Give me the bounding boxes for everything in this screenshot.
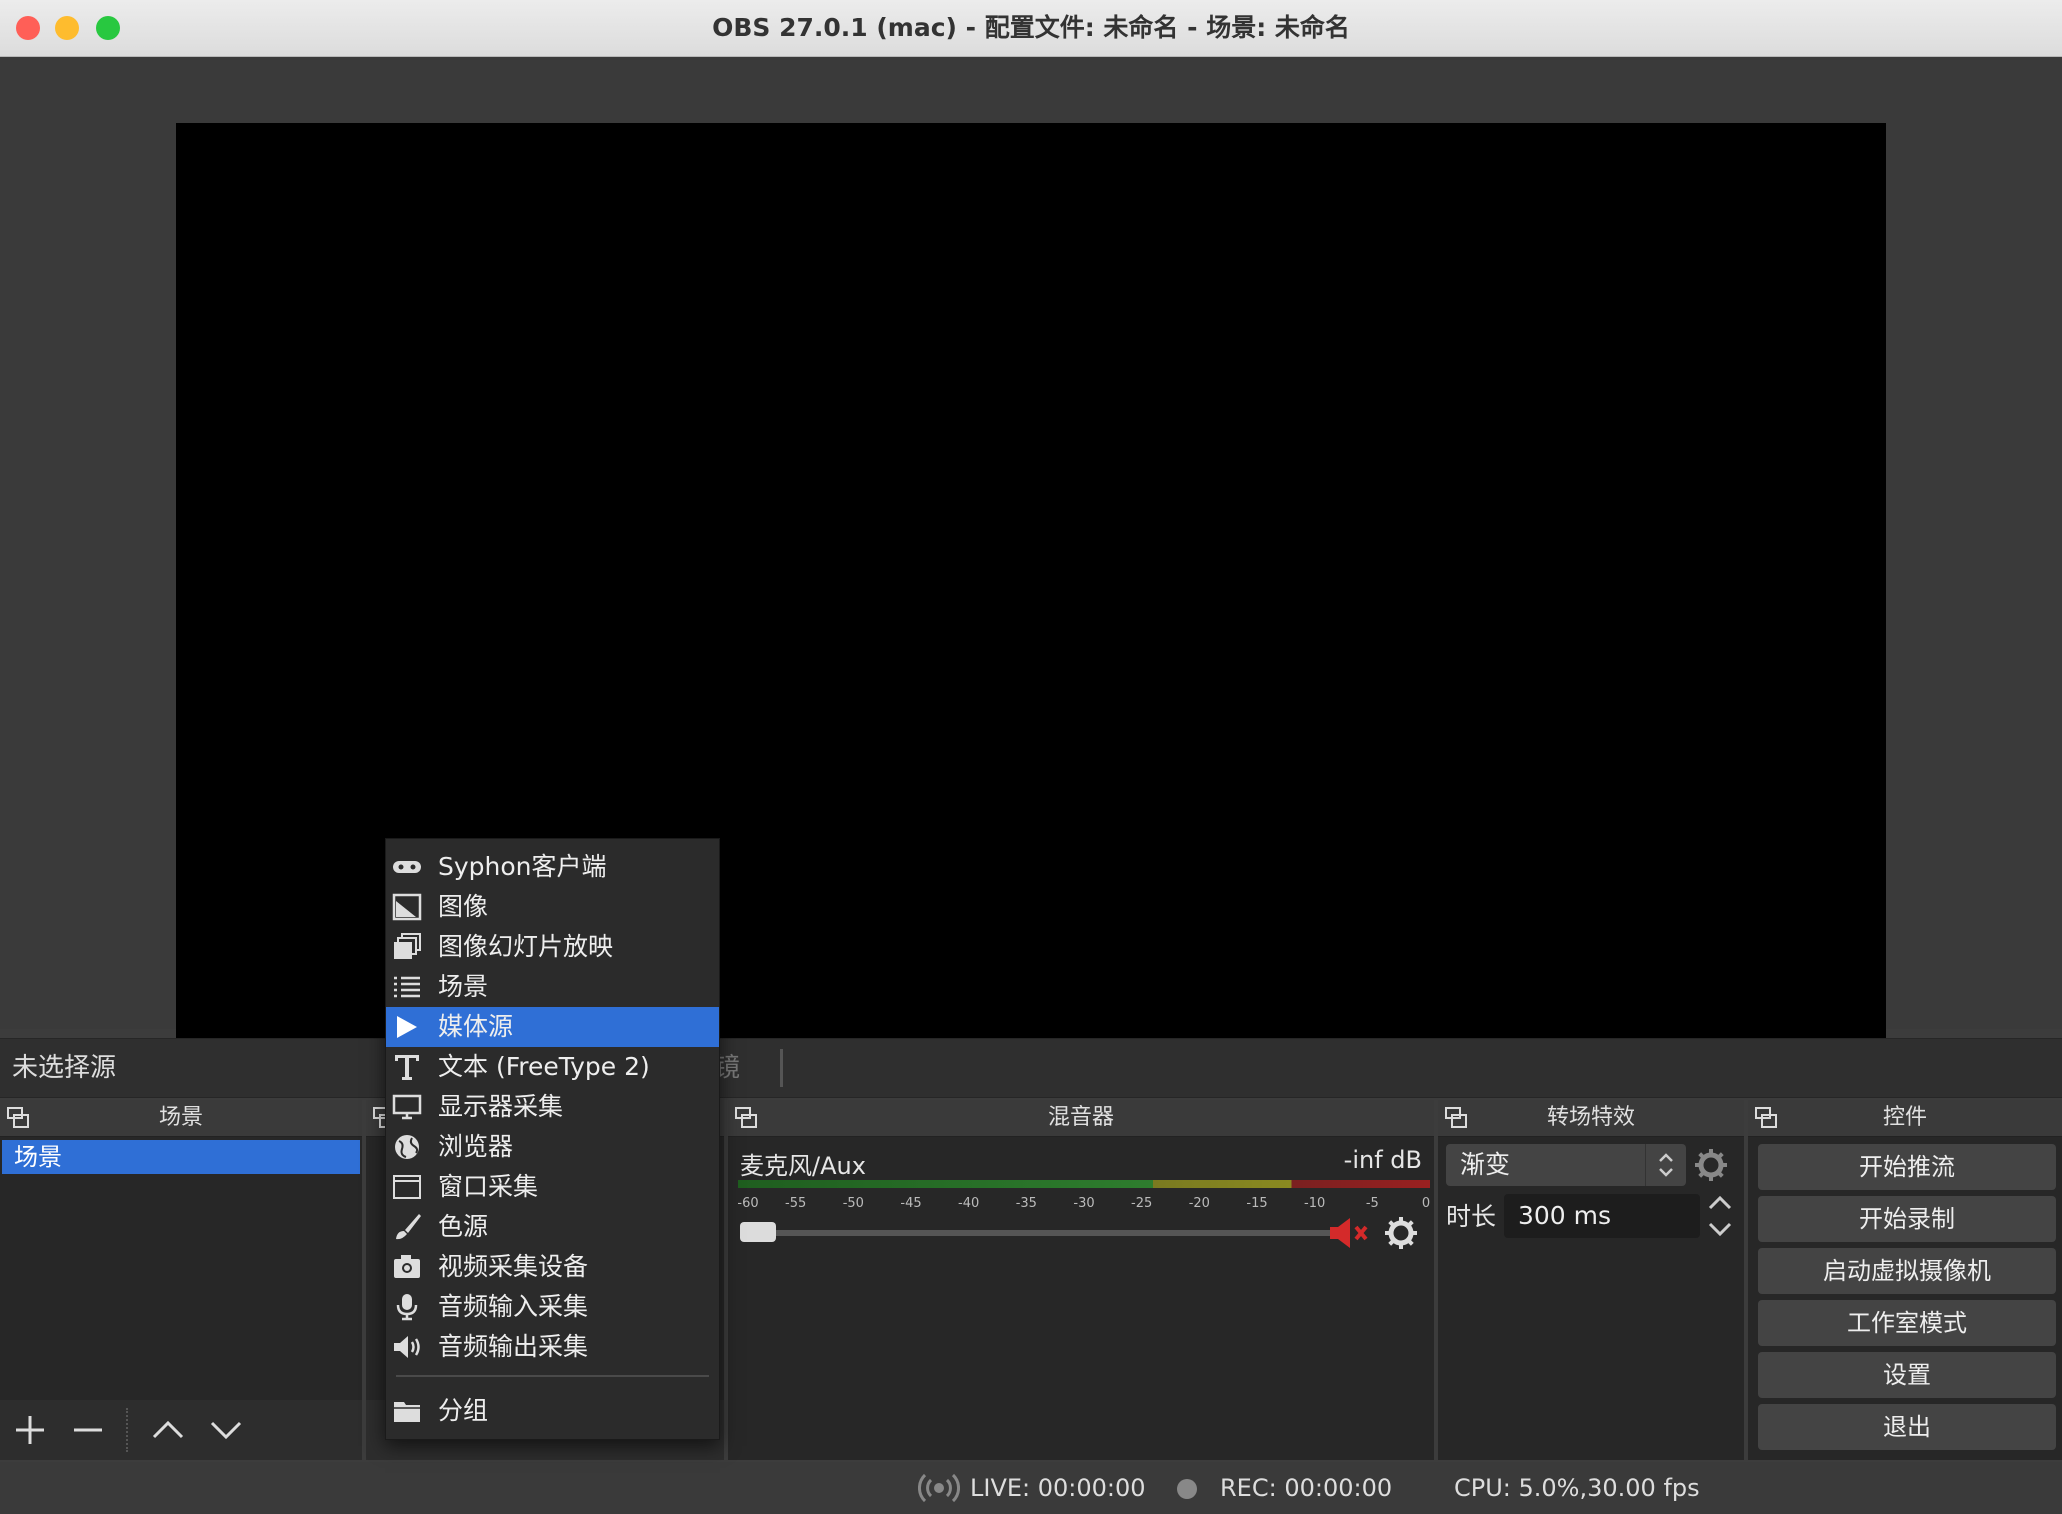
record-indicator-icon [1177, 1479, 1197, 1499]
slideshow-icon [394, 933, 421, 959]
toolbar-divider [780, 1049, 783, 1087]
menu-item-text-freetype[interactable]: 文本 (FreeType 2) [386, 1047, 719, 1087]
menu-separator [396, 1375, 709, 1377]
transitions-dock-title: 转场特效 [1546, 1105, 1635, 1130]
duration-value: 300 ms [1518, 1201, 1612, 1230]
meter-tick-label: -15 [1246, 1196, 1268, 1211]
menu-item-audio-input-capture[interactable]: 音频输入采集 [386, 1287, 719, 1327]
meter-tick-label: -25 [1131, 1196, 1153, 1211]
monitor-icon [392, 1094, 422, 1120]
move-scene-down-icon[interactable] [206, 1410, 246, 1450]
brush-icon [396, 1214, 421, 1240]
transitions-dock-header: 转场特效 [1438, 1100, 1744, 1137]
menu-item-browser[interactable]: 浏览器 [386, 1127, 719, 1167]
menu-item-video-capture-device[interactable]: 视频采集设备 [386, 1247, 719, 1287]
globe-icon [395, 1135, 419, 1159]
start-recording-button[interactable]: 开始录制 [1758, 1196, 2056, 1242]
transition-select[interactable]: 渐变 [1446, 1144, 1686, 1186]
menu-item-syphon-client[interactable]: Syphon客户端 [386, 847, 719, 887]
volume-slider-handle[interactable] [740, 1222, 776, 1242]
audio-settings-gear-icon[interactable] [1384, 1216, 1418, 1250]
meter-scale: -60 -55 -50 -45 -40 -35 -30 -25 -20 -15 -10 -5 0 [737, 1192, 1431, 1222]
transition-properties-gear-icon[interactable] [1694, 1148, 1728, 1182]
image-icon [392, 893, 422, 921]
scenes-dock-title: 场景 [158, 1105, 203, 1130]
no-source-label: 未选择源 [12, 1053, 117, 1083]
menu-item-window-capture[interactable]: 窗口采集 [386, 1167, 719, 1207]
meter-tick-label: -20 [1188, 1196, 1210, 1211]
audio-level-readout: -inf dB [1343, 1146, 1422, 1174]
menu-item-color-source[interactable]: 色源 [386, 1207, 719, 1247]
gamepad-icon [393, 861, 421, 873]
menu-item-image[interactable]: 图像 [386, 887, 719, 927]
transition-select-value: 渐变 [1460, 1150, 1511, 1179]
live-timer: LIVE: 00:00:00 [970, 1474, 1146, 1502]
menu-item-scene[interactable]: 场景 [386, 967, 719, 1007]
controls-dock: 控件 开始推流 开始录制 启动虚拟摄像机 工作室模式 设置 退出 [1748, 1100, 2062, 1460]
scenes-dock-footer [0, 1400, 362, 1460]
broadcast-icon [918, 1473, 960, 1503]
folder-icon [394, 1402, 420, 1422]
menu-item-image-slideshow[interactable]: 图像幻灯片放映 [386, 927, 719, 967]
workspace [0, 57, 2062, 1085]
window-title: OBS 27.0.1 (mac) - 配置文件: 未命名 - 场景: 未命名 [712, 13, 1350, 42]
microphone-icon [396, 1294, 418, 1321]
footer-divider [126, 1408, 130, 1452]
meter-tick-label: -55 [785, 1196, 807, 1211]
mixer-dock-title: 混音器 [1047, 1105, 1114, 1130]
add-source-context-menu: Syphon客户端 图像 图像幻灯片放映 场景 媒体源 文本 (FreeType… [385, 838, 720, 1440]
menu-item-media-source[interactable]: 媒体源 [386, 1007, 719, 1047]
title-bar: OBS 27.0.1 (mac) - 配置文件: 未命名 - 场景: 未命名 [0, 0, 2062, 57]
meter-tick-label: -35 [1015, 1196, 1037, 1211]
text-icon [395, 1055, 419, 1080]
meter-tick-label: -5 [1365, 1196, 1379, 1211]
controls-dock-header: 控件 [1748, 1100, 2062, 1137]
meter-tick-label: -60 [737, 1196, 759, 1211]
scenes-dock: 场景 场景 [0, 1100, 362, 1460]
studio-mode-button[interactable]: 工作室模式 [1758, 1300, 2056, 1346]
muted-speaker-icon[interactable] [1328, 1216, 1372, 1250]
source-toolbar: 未选择源 滤镜 [0, 1038, 2062, 1098]
speaker-icon [394, 1336, 420, 1358]
meter-tick-label: -30 [1073, 1196, 1095, 1211]
meter-tick-label: -10 [1304, 1196, 1326, 1211]
window-icon [393, 1175, 421, 1199]
start-streaming-button[interactable]: 开始推流 [1758, 1144, 2056, 1190]
menu-item-display-capture[interactable]: 显示器采集 [386, 1087, 719, 1127]
duration-label: 时长 [1446, 1202, 1497, 1231]
meter-tick-label: -45 [900, 1196, 922, 1211]
status-bar: LIVE: 00:00:00 REC: 00:00:00 CPU: 5.0%,3… [0, 1462, 2062, 1514]
start-virtual-camera-button[interactable]: 启动虚拟摄像机 [1758, 1248, 2056, 1294]
move-scene-up-icon[interactable] [148, 1410, 188, 1450]
camera-icon [394, 1255, 420, 1278]
scenes-dock-header: 场景 [0, 1100, 362, 1137]
chevron-up-down-icon [1645, 1144, 1673, 1186]
menu-item-group[interactable]: 分组 [386, 1391, 719, 1431]
remove-scene-icon[interactable] [68, 1410, 108, 1450]
exit-button[interactable]: 退出 [1758, 1404, 2056, 1450]
settings-button[interactable]: 设置 [1758, 1352, 2056, 1398]
mixer-dock-header: 混音器 [728, 1100, 1434, 1137]
audio-channel-name: 麦克风/Aux [740, 1152, 866, 1180]
audio-level-meter [738, 1180, 1430, 1188]
volume-slider-track[interactable] [740, 1230, 1344, 1236]
mixer-dock: 混音器 麦克风/Aux -inf dB -60 -55 -50 -45 -40 -35 -3… [728, 1100, 1434, 1460]
scene-list-item[interactable]: 场景 [2, 1140, 360, 1174]
list-icon [394, 976, 420, 998]
duration-stepper-icon[interactable] [1704, 1192, 1736, 1240]
transitions-dock: 转场特效 渐变 时长 300 ms [1438, 1100, 1744, 1460]
meter-tick-label: -50 [842, 1196, 864, 1211]
add-scene-icon[interactable] [10, 1410, 50, 1450]
menu-item-audio-output-capture[interactable]: 音频输出采集 [386, 1327, 719, 1367]
meter-tick-label: 0 [1421, 1196, 1431, 1211]
meter-tick-label: -40 [958, 1196, 980, 1211]
cpu-fps-readout: CPU: 5.0%,30.00 fps [1454, 1474, 1700, 1502]
play-icon [397, 1016, 417, 1038]
duration-input[interactable]: 300 ms [1504, 1194, 1700, 1238]
rec-timer: REC: 00:00:00 [1220, 1474, 1393, 1502]
controls-dock-title: 控件 [1882, 1105, 1927, 1130]
